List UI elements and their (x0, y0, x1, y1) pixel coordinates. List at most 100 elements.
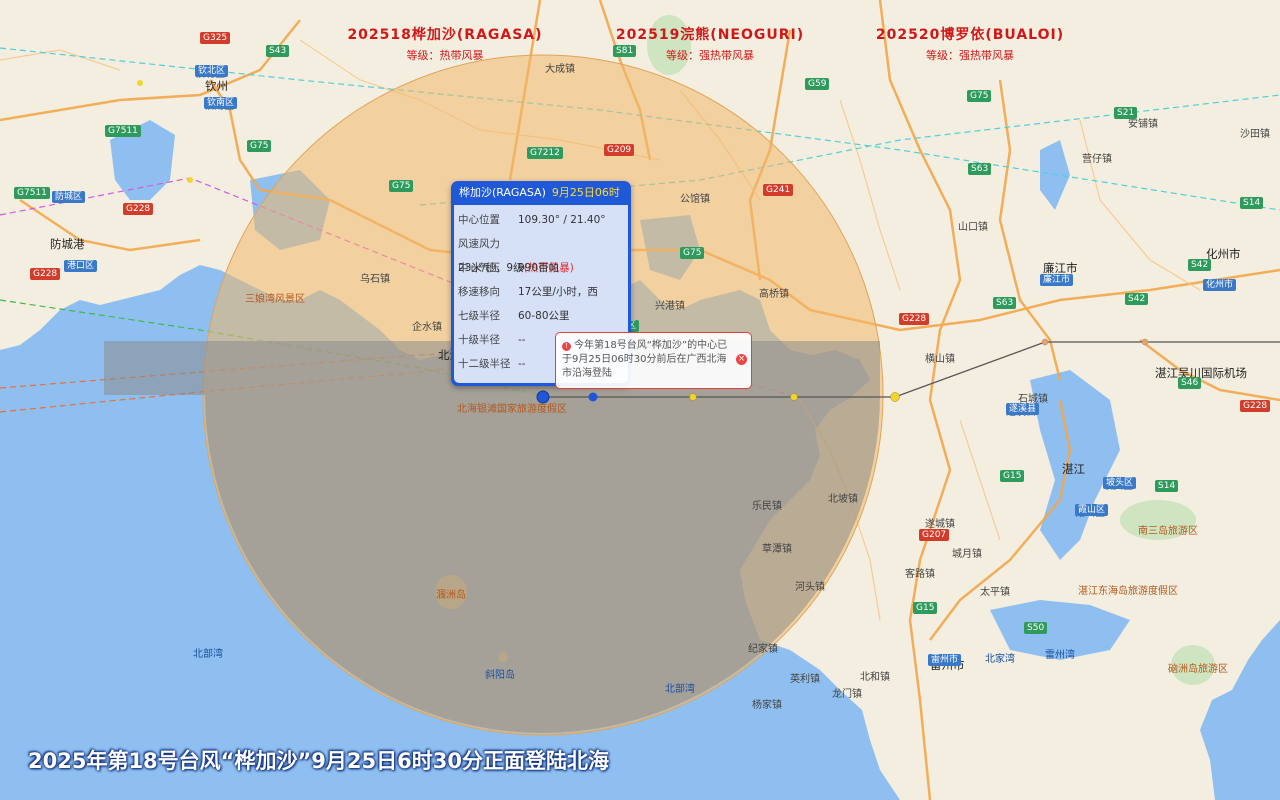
row-value: 109.30° / 21.40° (518, 214, 606, 226)
road-badge: G15 (1000, 470, 1025, 482)
place-label: 乌石镇 (360, 274, 390, 285)
storm-header-neoguri[interactable]: 202519浣熊(NEOGURI) 等级：强热带风暴 (590, 24, 830, 63)
district-badge: 港口区 (64, 260, 98, 272)
road-badge: G228 (30, 268, 61, 280)
place-label: 南三岛旅游区 (1138, 526, 1198, 537)
district-badge: 防城区 (52, 191, 86, 203)
place-label: 北和镇 (860, 672, 890, 683)
district-badge: 坡头区 (1103, 477, 1137, 489)
notice-text: 今年第18号台风“桦加沙”的中心已于9月25日06时30分前后在广西北海市沿海登… (562, 340, 728, 379)
place-label: 草潭镇 (762, 544, 792, 555)
district-badge: 化州市 (1203, 279, 1237, 291)
place-label: 纪家镇 (748, 644, 778, 655)
place-label: 英利镇 (790, 674, 820, 685)
place-label: 三娘湾风景区 (245, 294, 305, 305)
storm-level: 等级：强热带风暴 (926, 49, 1014, 62)
place-label: 大成镇 (545, 64, 575, 75)
district-badge: 霞山区 (1075, 504, 1109, 516)
road-badge: S63 (968, 163, 992, 175)
road-badge: S14 (1240, 197, 1264, 209)
district-badge: 廉江市 (1040, 274, 1074, 286)
place-label: 山口镇 (958, 222, 988, 233)
storm-header-bualoi[interactable]: 202520博罗依(BUALOI) 等级：强热带风暴 (850, 24, 1090, 63)
row-radius-7: 七级半径 60-80公里 (458, 304, 570, 328)
place-label: 涠洲岛 (436, 590, 466, 601)
place-label: 遂城镇 (925, 519, 955, 530)
district-badge: 钦南区 (204, 97, 238, 109)
place-label: 高桥镇 (759, 289, 789, 300)
road-badge: G7212 (527, 147, 563, 159)
road-badge: G75 (680, 247, 705, 259)
row-wind: 风速风力23米/秒，9级(热带风暴) (458, 232, 628, 274)
road-badge: S21 (1114, 107, 1138, 119)
road-badge: G75 (967, 90, 992, 102)
district-badge: 雷州市 (928, 654, 962, 666)
place-label: 湛江 (1062, 462, 1085, 476)
road-badge: G15 (913, 602, 938, 614)
place-label: 北部湾 (193, 649, 223, 660)
road-badge: G207 (919, 529, 950, 541)
place-label: 北家湾 (985, 654, 1015, 665)
storm-header-ragasa[interactable]: 202518桦加沙(RAGASA) 等级：热带风暴 (325, 24, 565, 63)
road-badge: S81 (613, 45, 637, 57)
row-key: 中心位置 (458, 214, 500, 226)
headline-overlay: 2025年第18号台风“桦加沙”9月25日6时30分正面登陆北海 (28, 749, 609, 773)
row-key: 十二级半径 (458, 358, 511, 370)
road-badge: S14 (1155, 480, 1179, 492)
road-badge: G7511 (105, 125, 141, 137)
row-pressure: 中心气压 990百帕 (458, 256, 559, 280)
place-label: 钦州 (205, 79, 228, 93)
place-label: 硇洲岛旅游区 (1168, 664, 1228, 675)
row-key: 移速移向 (458, 286, 500, 298)
district-badge: 钦北区 (195, 65, 229, 77)
road-badge: G241 (763, 184, 794, 196)
typhoon-map[interactable] (0, 0, 1280, 800)
row-key: 十级半径 (458, 334, 500, 346)
place-label: 河头镇 (795, 582, 825, 593)
row-value: -- (518, 358, 526, 370)
road-badge: G228 (1240, 400, 1271, 412)
place-label: 化州市 (1206, 247, 1241, 261)
road-badge: G75 (247, 140, 272, 152)
road-badge: G228 (123, 203, 154, 215)
place-label: 兴港镇 (655, 301, 685, 312)
popup-storm-name: 桦加沙(RAGASA) (459, 186, 546, 199)
road-badge: S63 (993, 297, 1017, 309)
place-label: 雷州湾 (1045, 650, 1075, 661)
road-badge: G325 (200, 32, 231, 44)
row-movement: 移速移向 17公里/小时，西 (458, 280, 598, 304)
place-label: 龙门镇 (832, 689, 862, 700)
popup-time: 9月25日06时 (551, 186, 620, 199)
place-label: 北坡镇 (828, 494, 858, 505)
place-label: 横山镇 (925, 354, 955, 365)
row-value: -- (518, 334, 526, 346)
row-radius-10: 十级半径 -- (458, 328, 526, 352)
road-badge: S42 (1188, 259, 1212, 271)
road-badge: G59 (805, 78, 830, 90)
place-label: 防城港 (50, 237, 85, 251)
close-icon[interactable]: × (736, 354, 747, 365)
row-key: 中心气压 (458, 262, 500, 274)
notice-text-wrap: ! 今年第18号台风“桦加沙”的中心已于9月25日06时30分前后在广西北海市沿海… (562, 339, 732, 381)
road-badge: S43 (266, 45, 290, 57)
place-label: 客路镇 (905, 569, 935, 580)
road-badge: G228 (899, 313, 930, 325)
storm-name: 202518桦加沙(RAGASA) (347, 27, 543, 43)
road-badge: G75 (389, 180, 414, 192)
warning-icon: ! (562, 342, 571, 351)
storm-name: 202519浣熊(NEOGURI) (615, 27, 805, 43)
place-label: 斜阳岛 (485, 670, 515, 681)
row-value: 60-80公里 (518, 310, 570, 322)
district-badge: 遂溪县 (1006, 403, 1040, 415)
row-value: 17公里/小时，西 (518, 286, 598, 298)
road-badge: G209 (604, 144, 635, 156)
row-key: 风速风力 (458, 238, 500, 250)
row-center-position: 中心位置 109.30° / 21.40° (458, 208, 606, 232)
road-badge: S46 (1178, 377, 1202, 389)
row-value: 990百帕 (518, 262, 560, 274)
place-label: 北海银滩国家旅游度假区 (457, 404, 567, 415)
landfall-notice[interactable]: ! 今年第18号台风“桦加沙”的中心已于9月25日06时30分前后在广西北海市沿海… (555, 332, 752, 389)
place-label: 太平镇 (980, 587, 1010, 598)
place-label: 北部湾 (665, 684, 695, 695)
road-badge: G7511 (14, 187, 50, 199)
